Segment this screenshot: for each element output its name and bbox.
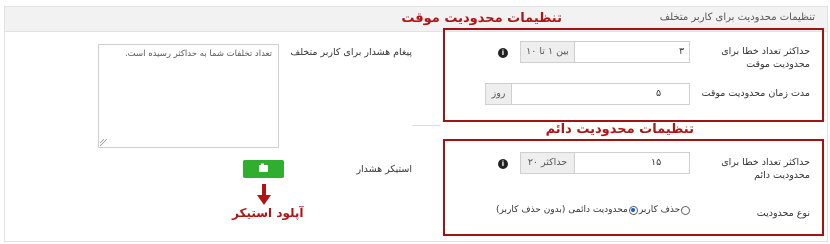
arrow-down-icon: [257, 184, 271, 205]
annotation-sticker-upload: آپلود استیکر: [232, 206, 304, 220]
perm-max-errors-hint: حداکثر ۲۰: [520, 152, 575, 174]
radio-delete-user[interactable]: [681, 205, 691, 215]
temp-max-errors-input[interactable]: ۳: [574, 41, 690, 63]
temp-max-errors-value: ۳: [679, 46, 685, 57]
image-icon: [259, 163, 268, 172]
warning-message-value: تعداد تخلفات شما به حداکثر رسیده است.: [124, 49, 272, 59]
divider: [412, 125, 440, 126]
info-icon[interactable]: i: [498, 159, 508, 169]
radio-delete-user-label: حذف کاربر: [638, 205, 681, 215]
temp-max-errors-hint: بین ۱ تا ۱۰: [520, 41, 575, 63]
perm-max-errors-input[interactable]: ۱۵: [574, 152, 690, 174]
radio-permanent-restriction-label: محدودیت دائمی (بدون حذف کاربر): [496, 205, 628, 215]
panel-title: تنظیمات محدودیت برای کاربر متخلف: [659, 12, 815, 23]
temp-duration-unit: روز: [485, 83, 512, 105]
temp-max-errors-label: حداکثر تعداد خطا برای محدودیت موقت: [721, 46, 810, 70]
warning-message-label: پیغام هشدار برای کاربر متخلف: [290, 47, 412, 58]
perm-max-errors-label: حداکثر تعداد خطا برای محدودیت دائم: [721, 157, 810, 181]
warning-message-textarea[interactable]: تعداد تخلفات شما به حداکثر رسیده است.: [98, 44, 279, 148]
temp-duration-label: مدت زمان محدودیت موقت: [701, 88, 811, 99]
resize-grip-icon[interactable]: [100, 139, 108, 147]
warning-sticker-label: استیکر هشدار: [356, 164, 412, 175]
annotation-temporary: تنظیمات محدودیت موقت: [401, 11, 562, 26]
sticker-upload-button[interactable]: [243, 160, 284, 178]
temp-duration-input[interactable]: ۵: [511, 83, 690, 105]
annotation-permanent: تنظیمات محدودیت دائم: [545, 122, 694, 137]
info-icon[interactable]: i: [498, 48, 508, 58]
perm-type-label: نوع محدودیت: [756, 208, 810, 219]
temp-duration-value: ۵: [656, 88, 662, 99]
perm-max-errors-value: ۱۵: [651, 157, 662, 168]
radio-permanent-restriction[interactable]: [628, 205, 638, 215]
restriction-type-options: حذف کاربر محدودیت دائمی (بدون حذف کاربر): [496, 205, 691, 215]
